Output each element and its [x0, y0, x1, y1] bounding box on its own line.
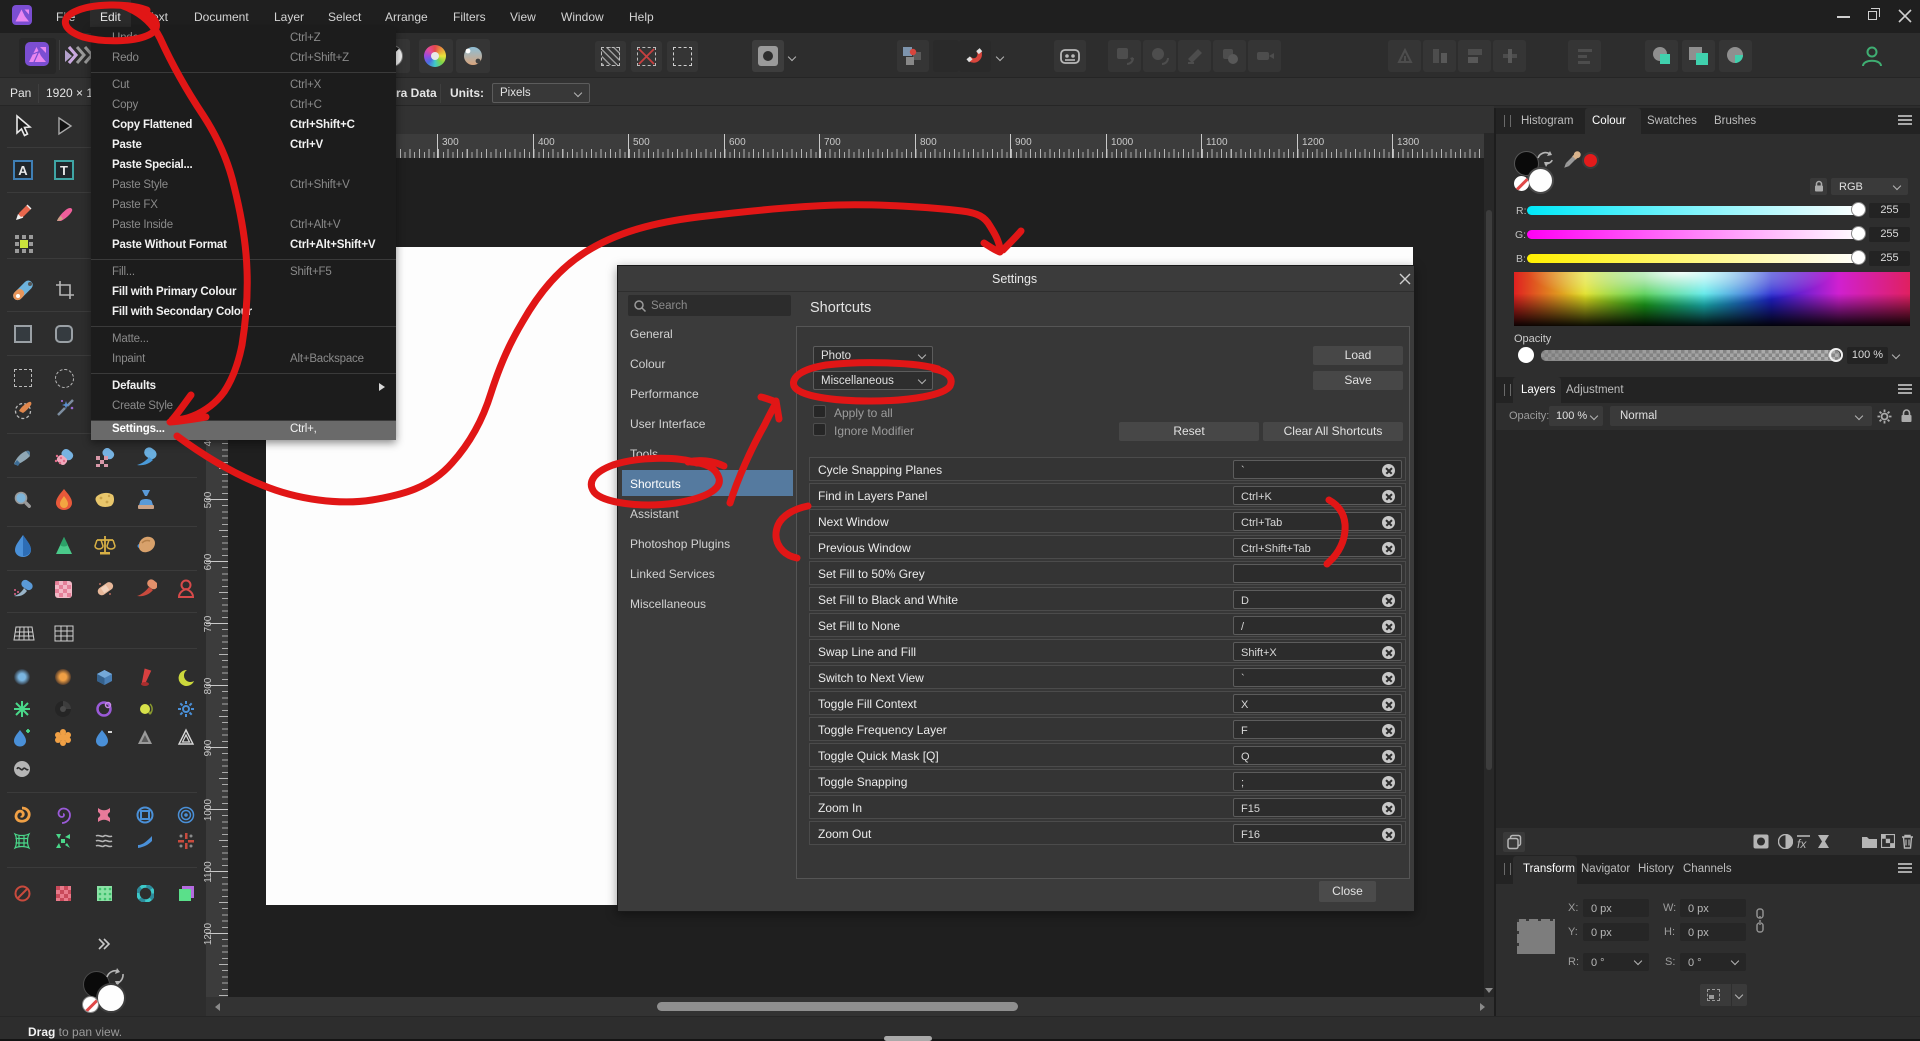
svg-text:fx: fx	[1797, 837, 1807, 849]
